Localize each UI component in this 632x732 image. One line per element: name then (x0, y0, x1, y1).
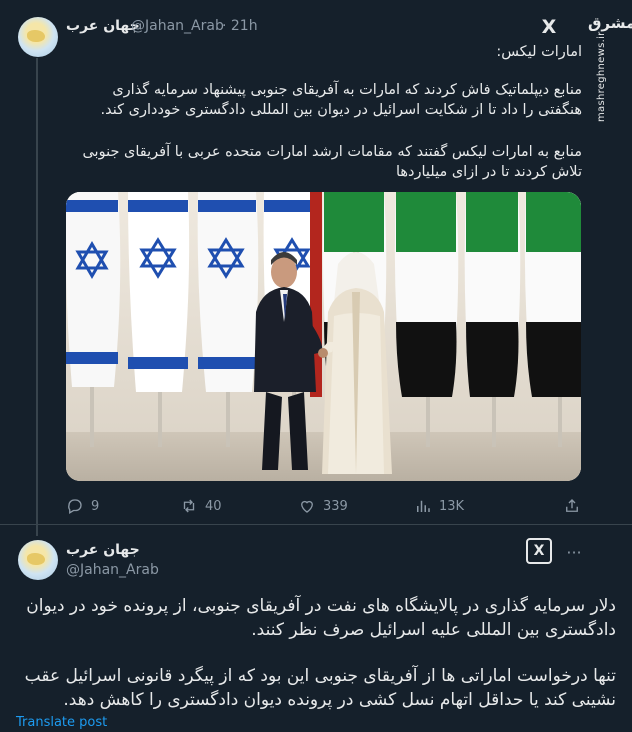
share-icon (566, 499, 578, 512)
reply-icon (68, 499, 82, 514)
views-icon (417, 500, 430, 512)
more-options-button[interactable]: ··· (563, 545, 585, 568)
like-count: 339 (323, 498, 348, 514)
like-button[interactable]: 339 (298, 497, 348, 515)
author-handle[interactable]: @Jahan_Arab (131, 18, 224, 34)
tweet-main[interactable]: جهان عرب @Jahan_Arab · 21h X مشرق mashre… (0, 0, 632, 536)
author-name[interactable]: جهان عرب (66, 542, 140, 558)
avatar[interactable] (18, 540, 58, 580)
action-bar: 9 40 339 13K (0, 497, 632, 515)
retweet-button[interactable]: 40 (180, 497, 222, 515)
author-name[interactable]: جهان عرب (66, 18, 140, 34)
x-logo-icon: X (541, 16, 557, 38)
reply-paragraph-1: دلار سرمایه گذاری در پالایشگاه های نفت د… (26, 596, 616, 640)
tweet-paragraph-1: منابع دیپلماتیک فاش کردند که امارات به آ… (100, 82, 583, 118)
reply-button[interactable]: 9 (66, 497, 99, 515)
watermark-url: mashreghnews.ir (596, 31, 607, 122)
share-button[interactable] (563, 497, 581, 515)
reply-count: 9 (91, 498, 100, 514)
avatar[interactable] (18, 17, 58, 57)
tweet-paragraph-2: منابع به امارات لیکس گفتند که مقامات ارش… (82, 144, 582, 180)
views-button[interactable]: 13K (414, 497, 464, 515)
flags-handshake-image (66, 192, 581, 481)
heart-icon (301, 500, 313, 513)
retweet-icon (183, 499, 195, 513)
tweet-photo[interactable] (66, 192, 581, 481)
reply-paragraph-2: تنها درخواست اماراتی ها از آفریقای جنوبی… (24, 666, 616, 710)
retweet-count: 40 (205, 498, 222, 514)
author-handle[interactable]: @Jahan_Arab (66, 562, 159, 578)
tweet-time[interactable]: · 21h (222, 18, 258, 34)
x-logo-button[interactable]: X (526, 538, 552, 564)
tweet-divider (0, 524, 632, 525)
views-count: 13K (439, 498, 465, 514)
tweet-title-line: امارات لیکس: (496, 44, 582, 60)
thread-connector (36, 58, 38, 536)
translate-post-link[interactable]: Translate post (16, 715, 107, 730)
